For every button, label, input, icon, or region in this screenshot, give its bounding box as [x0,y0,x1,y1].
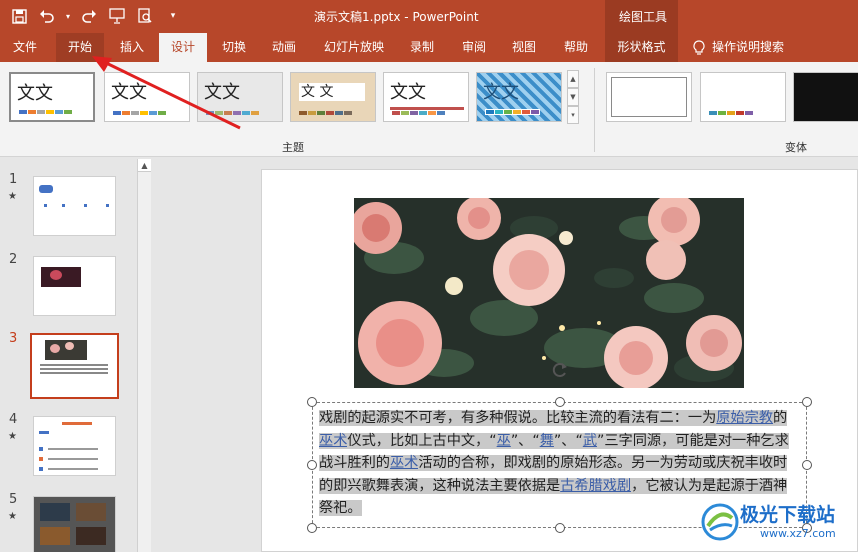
watermark-text: 极光下载站 [740,504,836,526]
watermark-url: www.xz7.com [760,527,836,540]
powerpoint-window: ▾ ▾ 演示文稿1.pptx - PowerPoint 绘图工具 文件 开始 插… [0,0,858,552]
annotation-arrow [92,56,241,130]
